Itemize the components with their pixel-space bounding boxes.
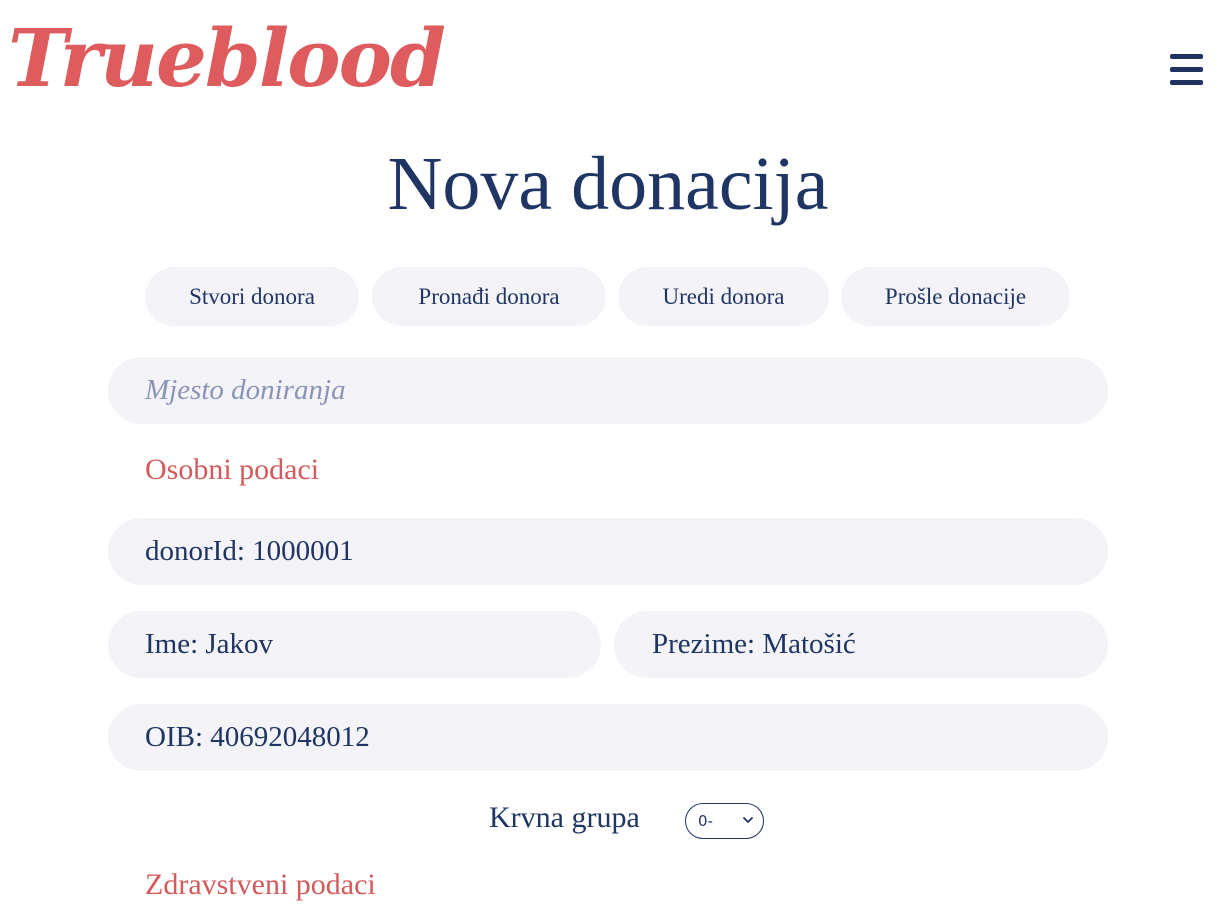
personal-data-heading: Osobni podaci (145, 453, 320, 486)
chevron-down-icon (743, 817, 753, 823)
last-name-field[interactable]: Prezime: Matošić (614, 611, 1108, 678)
hamburger-menu-icon[interactable] (1170, 54, 1203, 85)
tab-edit-donor[interactable]: Uredi donora (618, 267, 829, 326)
page-title: Nova donacija (387, 142, 829, 226)
donation-location-input[interactable]: Mjesto doniranja (108, 357, 1108, 424)
tab-create-donor[interactable]: Stvori donora (145, 267, 359, 326)
menu-bar (1170, 67, 1203, 72)
page: Trueblood Nova donacija Stvori donora Pr… (0, 0, 1232, 923)
blood-group-select[interactable]: 0- (685, 803, 764, 839)
logo[interactable]: Trueblood (8, 18, 446, 98)
first-name-field[interactable]: Ime: Jakov (108, 611, 601, 678)
tab-find-donor[interactable]: Pronađi donora (372, 267, 606, 326)
oib-field[interactable]: OIB: 40692048012 (108, 704, 1108, 771)
tab-past-donations[interactable]: Prošle donacije (841, 267, 1070, 326)
health-data-heading: Zdravstveni podaci (145, 868, 376, 901)
donor-id-field[interactable]: donorId: 1000001 (108, 518, 1108, 585)
menu-bar (1170, 54, 1203, 59)
menu-bar (1170, 80, 1203, 85)
blood-group-value: 0- (698, 812, 713, 830)
blood-group-label: Krvna grupa (489, 801, 640, 834)
